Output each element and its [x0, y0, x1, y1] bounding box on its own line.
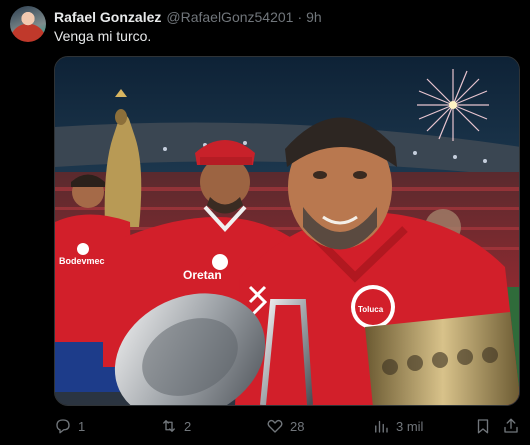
- post-text: Venga mi turco.: [54, 28, 152, 44]
- post-image[interactable]: Bodevmec Oretan Toluca: [54, 56, 520, 406]
- reply-count: 1: [78, 418, 86, 434]
- reply-icon: [56, 419, 70, 434]
- author-name[interactable]: Rafael Gonzalez: [54, 9, 161, 25]
- shirt-sponsor-middle: Oretan: [183, 268, 222, 282]
- like-icon: [267, 419, 283, 433]
- post[interactable]: Rafael Gonzalez @RafaelGonz54201 · 9h Ve…: [0, 0, 530, 445]
- separator: ·: [297, 9, 303, 25]
- post-time[interactable]: 9h: [306, 9, 322, 25]
- trophy-cup: [365, 312, 519, 405]
- shirt-sponsor-left: Bodevmec: [59, 256, 105, 266]
- views-icon: [375, 420, 388, 433]
- action-bar: 1 2 28 3 mil: [54, 416, 520, 436]
- repost-icon: [163, 420, 175, 432]
- like-count: 28: [290, 418, 305, 434]
- reply-button[interactable]: 1: [54, 416, 85, 436]
- club-crest-text: Toluca: [358, 305, 384, 314]
- views-count: 3 mil: [396, 418, 424, 434]
- repost-count: 2: [184, 418, 192, 434]
- repost-button[interactable]: 2: [160, 416, 191, 436]
- bookmark-icon: [477, 419, 489, 434]
- views-button[interactable]: 3 mil: [372, 416, 423, 436]
- share-icon: [504, 418, 518, 433]
- like-button[interactable]: 28: [266, 416, 304, 436]
- author-handle[interactable]: @RafaelGonz54201: [166, 9, 293, 25]
- bookmark-button[interactable]: [474, 416, 492, 436]
- avatar[interactable]: [10, 6, 46, 42]
- post-header: Rafael Gonzalez @RafaelGonz54201 · 9h: [54, 8, 322, 26]
- share-button[interactable]: [502, 416, 520, 436]
